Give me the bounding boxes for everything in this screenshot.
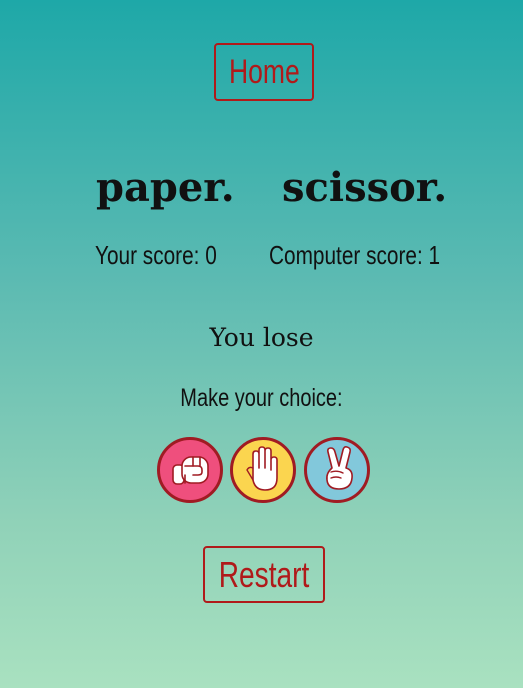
open-hand-icon [246,446,278,491]
restart-button[interactable]: Restart [203,546,325,603]
rock-button[interactable] [157,437,223,503]
player-score: Your score: 0 [95,240,217,270]
choice-prompt: Make your choice: [0,381,523,415]
paper-button[interactable] [230,437,296,503]
scissors-button[interactable] [304,437,370,503]
computer-choice-text: scissor. [282,164,448,211]
player-choice-text: paper. [96,164,235,211]
peace-hand-icon [326,446,353,490]
fist-icon [172,456,209,485]
restart-button-label: Restart [218,553,310,595]
choice-prompt-label: Make your choice: [180,384,343,412]
computer-score: Computer score: 1 [269,240,441,270]
home-button[interactable]: Home [214,43,314,101]
home-button-label: Home [228,52,300,91]
round-result: You lose [209,323,314,352]
